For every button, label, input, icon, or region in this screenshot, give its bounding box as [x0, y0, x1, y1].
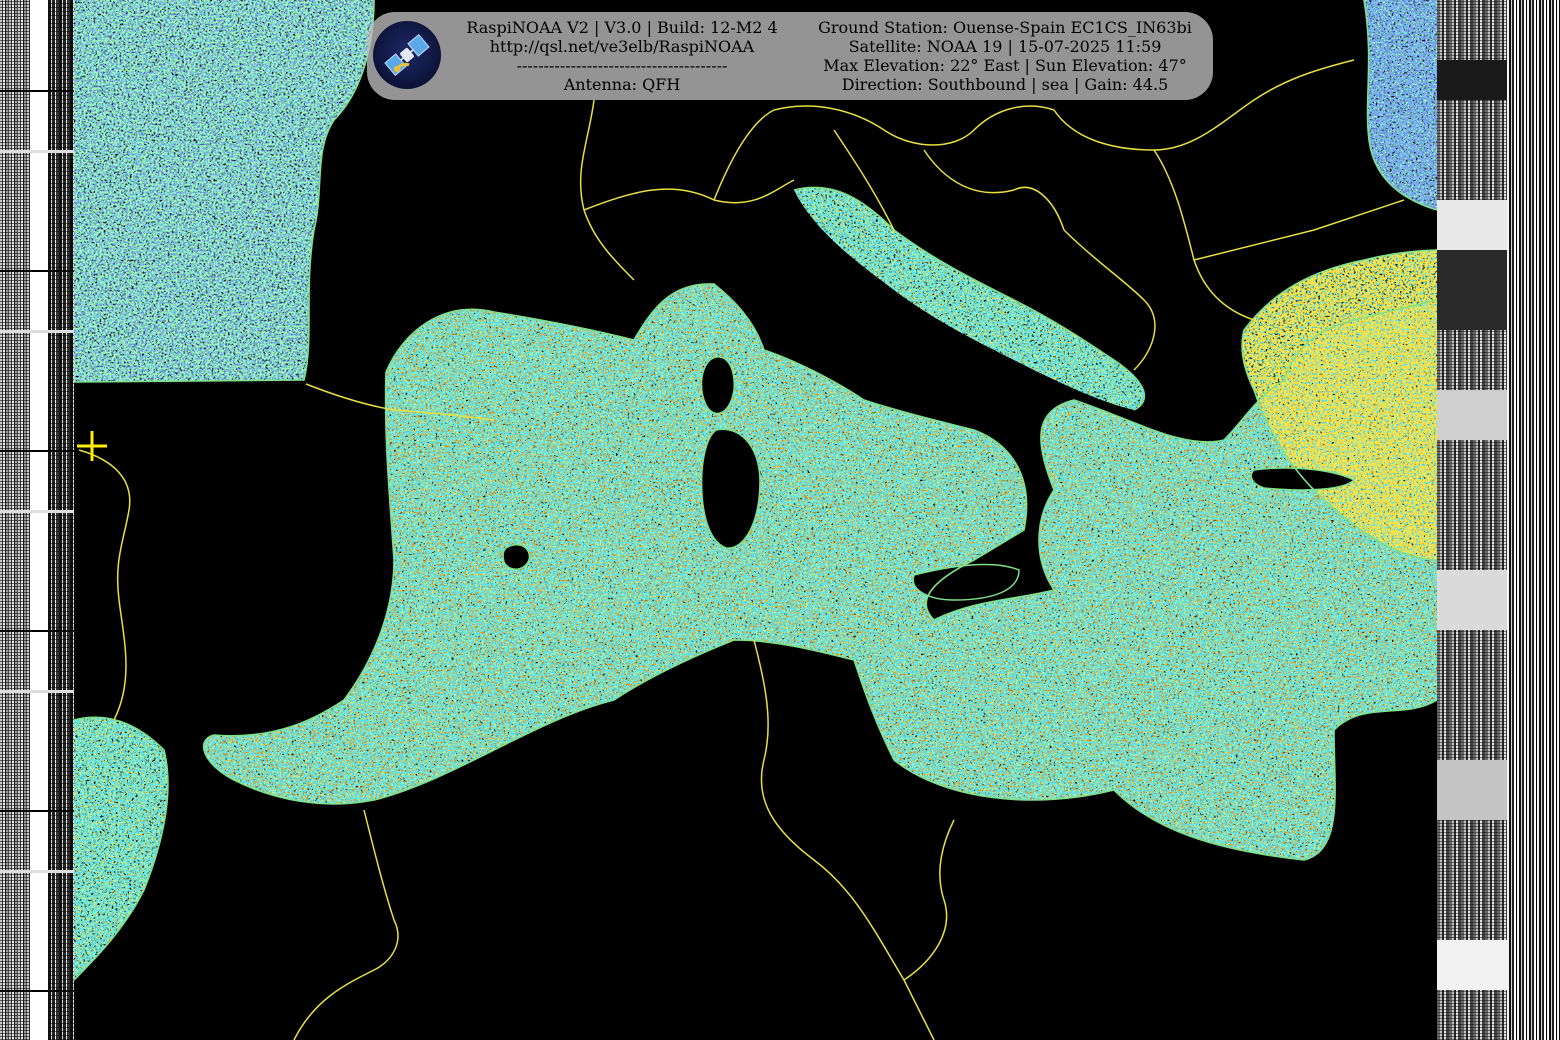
sync-marker — [0, 690, 74, 693]
sync-marker — [0, 630, 74, 632]
telemetry-strip-left — [0, 0, 30, 1040]
antenna-info: Antenna: QFH — [563, 75, 681, 94]
telemetry-wedge — [1437, 940, 1507, 990]
sync-marker — [0, 990, 74, 992]
sync-marker — [0, 810, 74, 812]
sync-marker — [0, 150, 74, 153]
telemetry-wedge — [1437, 570, 1507, 630]
software-info: RaspiNOAA V2 | V3.0 | Build: 12-M2 4 htt… — [457, 18, 787, 94]
satellite-info: Satellite: NOAA 19 | 15-07-2025 11:59 — [848, 37, 1162, 56]
sync-strip-left — [30, 0, 48, 1040]
telemetry-wedge — [1437, 390, 1507, 440]
corsica-island — [700, 356, 735, 415]
ground-station-crosshair-icon — [77, 431, 107, 461]
ground-station: Ground Station: Ouense-Spain EC1CS_IN63b… — [818, 18, 1192, 37]
satellite-logo-icon — [373, 21, 441, 89]
pass-info-overlay: RaspiNOAA V2 | V3.0 | Build: 12-M2 4 htt… — [367, 12, 1213, 100]
elevation-info: Max Elevation: 22° East | Sun Elevation:… — [823, 56, 1187, 75]
telemetry-wedge — [1437, 250, 1507, 330]
pass-details: Ground Station: Ouense-Spain EC1CS_IN63b… — [807, 18, 1203, 94]
sync-marker — [0, 870, 74, 873]
separator-line: --------------------------------------- — [516, 56, 728, 75]
sync-marker — [0, 330, 74, 333]
telemetry-wedge — [1437, 760, 1507, 820]
direction-info: Direction: Southbound | sea | Gain: 44.5 — [841, 75, 1169, 94]
mallorca-island — [502, 544, 531, 570]
software-url: http://qsl.net/ve3elb/RaspiNOAA — [489, 37, 755, 56]
sync-strip-right — [1507, 0, 1560, 1040]
map-canvas — [74, 0, 1437, 1040]
telemetry-strip-right — [1437, 0, 1507, 1040]
software-version: RaspiNOAA V2 | V3.0 | Build: 12-M2 4 — [466, 18, 778, 37]
sync-marker — [0, 270, 74, 272]
telemetry-wedge — [1437, 200, 1507, 250]
sync-marker — [0, 510, 74, 513]
sync-marker — [0, 450, 74, 452]
satellite-image: RaspiNOAA V2 | V3.0 | Build: 12-M2 4 htt… — [0, 0, 1560, 1040]
sync-marker — [0, 90, 74, 92]
telemetry-wedge — [1437, 60, 1507, 100]
telemetry-strip-left-inner — [48, 0, 74, 1040]
